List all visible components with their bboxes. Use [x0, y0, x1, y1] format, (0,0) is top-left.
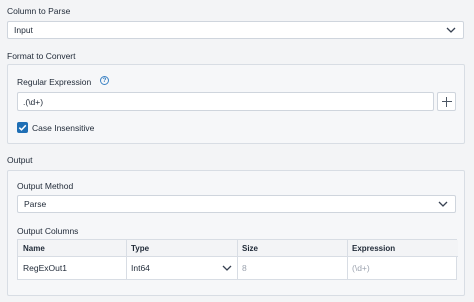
chevron-down-icon [222, 265, 232, 271]
column-header-name: Name [23, 244, 45, 253]
regular-expression-input[interactable]: .(\d+) [17, 92, 434, 111]
chevron-down-icon [446, 27, 456, 33]
output-method-select[interactable]: Parse [17, 195, 456, 213]
regular-expression-value: .(\d+) [23, 96, 44, 107]
cell-type-select[interactable]: Int64 [126, 259, 237, 277]
format-to-convert-panel: Regular Expression ? .(\d+) Case Insensi… [7, 64, 465, 144]
add-expression-button[interactable] [437, 92, 456, 111]
output-method-value: Parse [24, 199, 47, 209]
output-columns-label: Output Columns [17, 226, 79, 236]
case-insensitive-checkbox[interactable] [17, 122, 28, 133]
output-method-label: Output Method [17, 181, 74, 191]
column-to-parse-label: Column to Parse [7, 6, 71, 16]
column-header-type: Type [131, 244, 150, 253]
cell-size: 8 [242, 263, 247, 273]
cell-expression: (\d+) [352, 263, 370, 273]
cell-name[interactable]: RegExOut1 [18, 259, 126, 277]
output-columns-table: Name Type Size Expression RegExOut1 Int6… [17, 239, 458, 280]
cell-type-value: Int64 [131, 263, 150, 273]
regular-expression-label: Regular Expression [17, 77, 92, 87]
column-to-parse-value: Input [14, 25, 33, 35]
check-icon [18, 124, 27, 131]
output-panel: Output Method Parse Output Columns Name … [7, 170, 465, 296]
column-to-parse-select[interactable]: Input [7, 21, 464, 39]
format-to-convert-label: Format to Convert [7, 51, 76, 61]
help-icon[interactable]: ? [100, 76, 109, 85]
case-insensitive-label: Case Insensitive [32, 123, 95, 133]
column-header-expression: Expression [352, 244, 396, 253]
column-header-size: Size [242, 244, 259, 253]
output-label: Output [7, 155, 33, 165]
chevron-down-icon [438, 201, 448, 207]
